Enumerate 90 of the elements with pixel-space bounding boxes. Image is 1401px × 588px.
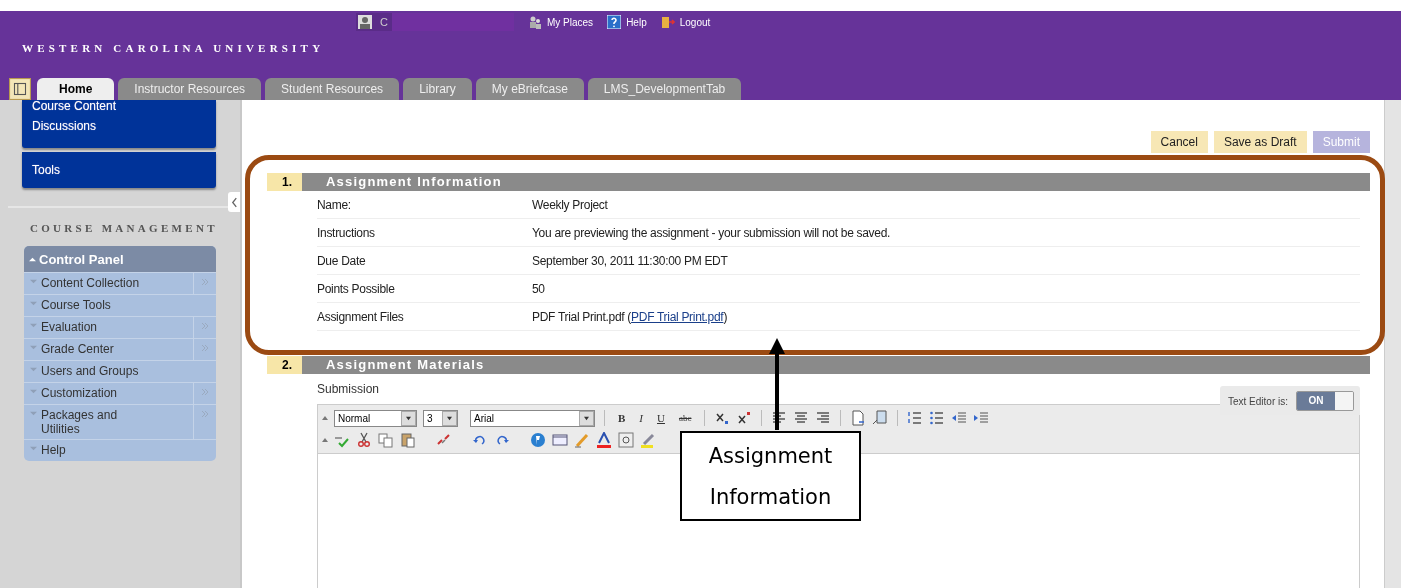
page-icon[interactable] bbox=[872, 410, 889, 426]
numbered-list-icon[interactable] bbox=[907, 410, 924, 426]
caret-icon bbox=[30, 300, 37, 307]
outdent-icon[interactable] bbox=[951, 410, 968, 426]
toggle-switch[interactable]: ON bbox=[1296, 391, 1354, 411]
collapse-handle[interactable] bbox=[228, 192, 240, 212]
caret-icon bbox=[30, 344, 37, 351]
caret-icon bbox=[29, 255, 36, 263]
submission-label: Submission bbox=[317, 382, 380, 396]
course-menu-item[interactable]: Tools bbox=[32, 160, 206, 180]
caret-icon bbox=[30, 410, 37, 417]
chevron-icon bbox=[201, 388, 209, 396]
user-initial: C bbox=[380, 16, 388, 28]
superscript-icon[interactable] bbox=[736, 410, 753, 426]
font-dropdown[interactable]: Arial bbox=[470, 409, 595, 427]
control-panel-item[interactable]: Evaluation bbox=[24, 316, 216, 338]
indent-icon[interactable] bbox=[973, 410, 990, 426]
control-panel-item[interactable]: Users and Groups bbox=[24, 360, 216, 382]
control-panel-item[interactable]: Packages and Utilities bbox=[24, 404, 216, 439]
scrollbar[interactable] bbox=[1384, 100, 1401, 588]
section-title: Assignment Materials bbox=[325, 356, 485, 374]
bullet-list-icon[interactable] bbox=[929, 410, 946, 426]
field-label: Name: bbox=[317, 197, 352, 212]
size-dropdown[interactable]: 3 bbox=[423, 409, 458, 427]
field-value: Weekly Project bbox=[532, 197, 608, 212]
window-icon[interactable] bbox=[552, 432, 568, 448]
document-icon[interactable] bbox=[850, 410, 867, 426]
field-label: Points Possible bbox=[317, 281, 396, 296]
course-menu-item[interactable]: Course Content bbox=[32, 100, 206, 112]
caret-icon bbox=[322, 437, 328, 443]
control-panel-item[interactable]: Help bbox=[24, 439, 216, 461]
section-heading: COURSE MANAGEMENT bbox=[29, 222, 219, 234]
control-panel-item[interactable]: Grade Center bbox=[24, 338, 216, 360]
control-panel-item[interactable]: Content Collection bbox=[24, 272, 216, 294]
format-button[interactable]: I bbox=[635, 412, 647, 424]
format-button[interactable]: U bbox=[653, 412, 669, 424]
section-title: Assignment Information bbox=[325, 173, 502, 191]
user-menu[interactable]: C bbox=[356, 13, 514, 31]
copy-icon[interactable] bbox=[378, 432, 394, 448]
field-value: September 30, 2011 11:30:00 PM EDT bbox=[532, 253, 728, 268]
align-right-icon[interactable] bbox=[815, 410, 832, 426]
format-dropdown[interactable]: Normal bbox=[334, 409, 417, 427]
step-number: 2. bbox=[267, 356, 302, 374]
nav-tab[interactable]: Home bbox=[37, 78, 115, 100]
font-color-icon[interactable] bbox=[596, 432, 612, 448]
caret-icon bbox=[401, 410, 416, 426]
format-button[interactable]: B bbox=[614, 412, 630, 424]
caret-icon bbox=[30, 278, 37, 285]
format-button[interactable]: abc bbox=[674, 413, 696, 423]
field-label: Instructions bbox=[317, 225, 376, 240]
menu-toggle-icon[interactable] bbox=[9, 78, 31, 100]
action-button[interactable]: Cancel bbox=[1150, 131, 1208, 153]
caret-icon bbox=[442, 410, 457, 426]
field-value: PDF Trial Print.pdf (PDF Trial Print.pdf) bbox=[532, 309, 728, 324]
chevron-icon bbox=[201, 322, 209, 330]
person-icon bbox=[358, 15, 372, 29]
course-menu-item[interactable]: Discussions bbox=[32, 116, 206, 136]
paste-icon[interactable] bbox=[400, 432, 416, 448]
file-link[interactable]: PDF Trial Print.pdf bbox=[631, 309, 724, 324]
chevron-icon bbox=[201, 278, 209, 286]
caret-icon bbox=[30, 366, 37, 373]
highlighter-icon[interactable] bbox=[640, 432, 656, 448]
chevron-icon bbox=[201, 410, 209, 418]
callout-label: Assignment Information bbox=[680, 431, 861, 521]
question-icon bbox=[607, 15, 622, 29]
control-panel-item[interactable]: Customization bbox=[24, 382, 216, 404]
caret-icon bbox=[579, 410, 594, 426]
caret-icon bbox=[30, 445, 37, 452]
door-icon bbox=[660, 15, 675, 29]
image-icon[interactable] bbox=[618, 432, 634, 448]
caret-icon bbox=[30, 388, 37, 395]
control-panel-item[interactable]: Course Tools bbox=[24, 294, 216, 316]
action-button[interactable]: Save as Draft bbox=[1213, 131, 1307, 153]
chevron-icon bbox=[201, 344, 209, 352]
caret-icon bbox=[322, 415, 328, 421]
header-link[interactable]: My Places bbox=[528, 15, 594, 29]
people-icon bbox=[528, 15, 542, 29]
university-logo: WESTERN CAROLINA UNIVERSITY bbox=[21, 41, 326, 56]
align-left-icon[interactable] bbox=[771, 410, 788, 426]
step-number: 1. bbox=[267, 173, 302, 191]
scissors-icon[interactable] bbox=[356, 432, 372, 448]
field-label: Assignment Files bbox=[317, 309, 405, 324]
field-label: Due Date bbox=[317, 253, 367, 268]
align-center-icon[interactable] bbox=[793, 410, 810, 426]
field-value: 50 bbox=[532, 281, 545, 296]
header-link[interactable]: Help bbox=[607, 15, 647, 29]
field-value: You are previewing the assignment - your submission will not be saved. bbox=[532, 225, 891, 240]
toggle-label: Text Editor is: bbox=[1227, 395, 1288, 407]
caret-icon bbox=[30, 322, 37, 329]
header-link[interactable]: Logout bbox=[660, 15, 711, 29]
